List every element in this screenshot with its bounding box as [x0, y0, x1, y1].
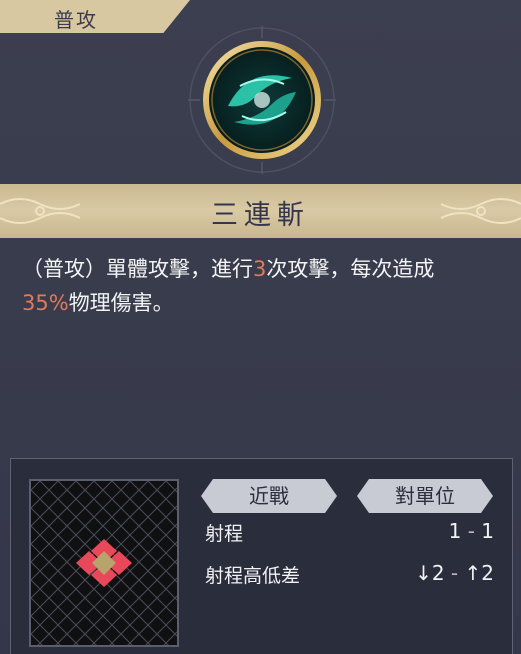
range-max: 1	[481, 519, 494, 543]
tab-label: 普攻	[54, 8, 98, 32]
skill-info-panel: 近戰 對單位 射程 1 - 1 射程高低差 ↓2 - ↑2	[10, 458, 513, 654]
attack-type-label: 近戰	[249, 484, 289, 508]
range-min: 1	[448, 519, 462, 543]
target-type-badge: 對單位	[357, 479, 493, 513]
desc-part1: （普攻）單體攻擊，進行	[22, 257, 253, 281]
desc-part3: 物理傷害。	[68, 291, 174, 315]
range-label: 射程	[205, 523, 244, 545]
arrow-up-icon: ↑	[464, 561, 482, 585]
height-diff-value: ↓2 - ↑2	[415, 561, 494, 585]
range-grid-diagram	[31, 481, 177, 645]
skill-icon	[188, 26, 336, 174]
range-grid	[29, 479, 179, 647]
skill-description: （普攻）單體攻擊，進行3次攻擊，每次造成 35%物理傷害。	[22, 252, 507, 320]
target-type-label: 對單位	[395, 484, 455, 508]
skill-tab[interactable]: 普攻	[0, 0, 190, 33]
height-up: 2	[481, 561, 494, 585]
attack-type-badge: 近戰	[201, 479, 337, 513]
hit-count: 3	[253, 257, 267, 281]
height-diff-label: 射程高低差	[205, 565, 301, 587]
range-sep: -	[467, 519, 475, 543]
height-down: 2	[431, 561, 445, 585]
skill-name-banner: 三連斬	[0, 184, 521, 238]
arrow-down-icon: ↓	[415, 561, 432, 585]
skill-name: 三連斬	[211, 200, 310, 231]
damage-percent: 35%	[22, 291, 69, 315]
height-sep: -	[450, 561, 459, 585]
desc-part2: 次攻擊，每次造成	[266, 257, 435, 281]
range-value: 1 - 1	[449, 519, 494, 543]
